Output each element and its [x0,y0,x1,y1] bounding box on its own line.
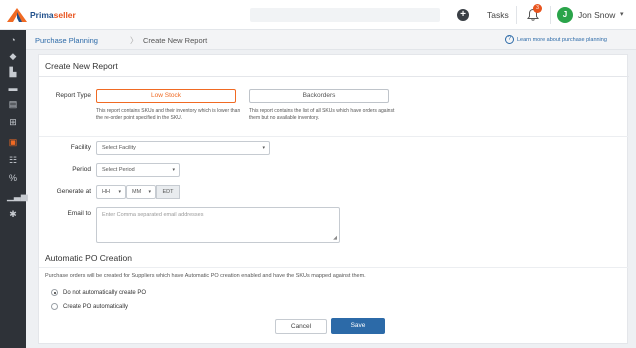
help-link[interactable]: Learn more about purchase planning [517,37,607,43]
email-field[interactable]: Enter Comma separated email addresses ◢ [96,207,340,243]
divider [39,76,629,77]
minute-value: MM [132,189,142,195]
chevron-down-icon: ▾ [262,145,265,151]
period-select[interactable]: Select Period ▾ [96,163,180,177]
chevron-down-icon: ▾ [148,189,151,195]
users-icon[interactable]: ☷ [7,154,19,166]
dashboard-icon[interactable]: ◔ [7,34,19,46]
facility-value: Select Facility [102,145,136,151]
tag-icon[interactable]: ◆ [7,50,19,62]
header-divider [550,6,551,24]
report-type-label: Report Type [55,92,91,99]
inventory-icon[interactable]: ⊞ [7,116,19,128]
backorders-button[interactable]: Backorders [249,89,389,103]
radio-do-not-create-po[interactable]: Do not automatically create PO [51,289,146,296]
page-title: Create New Report [45,61,118,71]
brand-suffix: seller [53,10,76,20]
brand-prefix: Prima [30,10,54,20]
auto-po-description: Purchase orders will be created for Supp… [45,273,366,279]
minute-select[interactable]: MM ▾ [126,185,156,199]
period-label: Period [72,166,91,173]
backorders-description: This report contains the list of all SKU… [249,108,395,121]
low-stock-description: This report contains SKUs and their inve… [96,108,241,121]
breadcrumb: Purchase Planning 〉 Create New Report ? … [26,30,636,50]
radio-label: Do not automatically create PO [63,289,147,296]
facility-label: Facility [70,144,91,151]
radio-create-po-automatically[interactable]: Create PO automatically [51,303,128,310]
chevron-down-icon: ▾ [172,167,175,173]
breadcrumb-separator: 〉 [130,36,138,45]
breadcrumb-purchase-planning[interactable]: Purchase Planning [35,36,98,45]
notification-badge: 3 [533,4,542,13]
radio-button[interactable] [51,303,58,310]
help-icon[interactable]: ? [505,35,514,44]
email-placeholder: Enter Comma separated email addresses [102,212,204,218]
resize-handle-icon[interactable]: ◢ [333,235,337,241]
card-icon[interactable]: ▬ [7,82,19,94]
catalog-icon[interactable]: ▤ [7,98,19,110]
email-to-label: Email to [67,210,91,217]
brand-name: Primaseller [30,10,76,20]
reports-icon[interactable]: ▣ [7,136,19,148]
facility-select[interactable]: Select Facility ▾ [96,141,270,155]
low-stock-button[interactable]: Low Stock [96,89,236,103]
add-icon[interactable]: + [457,9,469,21]
top-bar: Primaseller + Tasks 3 J Jon Snow ▾ [0,0,636,30]
radio-label: Create PO automatically [63,303,129,310]
logo[interactable]: Primaseller [6,7,76,23]
primaseller-logo-icon [7,8,27,22]
sidebar: ◔ ◆ ▙ ▬ ▤ ⊞ ▣ ☷ % ▁▃▅ ✱ [0,30,28,348]
user-name[interactable]: Jon Snow [578,10,615,20]
hour-select[interactable]: HH ▾ [96,185,126,199]
cancel-button[interactable]: Cancel [275,319,327,334]
generate-at-label: Generate at [56,188,91,195]
chevron-down-icon: ▾ [118,189,121,195]
chart-icon[interactable]: ▁▃▅ [7,190,28,202]
search-input[interactable] [250,8,440,22]
avatar[interactable]: J [557,7,573,23]
timezone-badge: EDT [156,185,180,199]
period-value: Select Period [102,167,135,173]
save-button[interactable]: Save [331,318,385,334]
auto-po-title: Automatic PO Creation [45,253,132,263]
create-report-card: Create New Report Report Type Low Stock … [38,54,629,344]
tasks-link[interactable]: Tasks [487,10,509,20]
chevron-down-icon[interactable]: ▾ [620,10,624,18]
header-divider [516,6,517,24]
radio-button[interactable] [51,289,58,296]
divider [39,136,629,137]
percent-icon[interactable]: % [7,172,19,184]
settings-icon[interactable]: ✱ [7,208,19,220]
cart-icon[interactable]: ▙ [7,66,19,78]
hour-value: HH [102,189,110,195]
breadcrumb-current: Create New Report [143,36,208,45]
divider [39,267,629,268]
